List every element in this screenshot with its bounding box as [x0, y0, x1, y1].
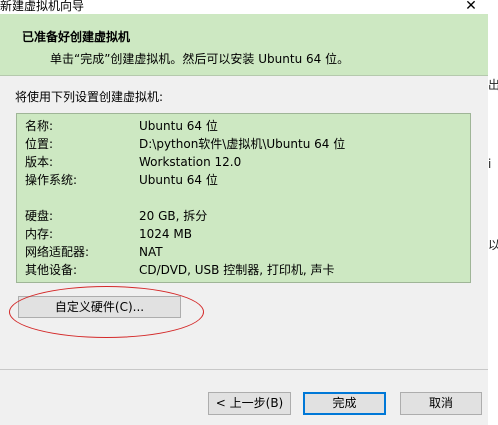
back-button[interactable]: < 上一步(B) — [208, 392, 291, 415]
summary-label: 硬盘: — [25, 209, 54, 223]
summary-label: 内存: — [25, 227, 54, 241]
finish-button[interactable]: 完成 — [303, 392, 386, 415]
summary-value: Workstation 12.0 — [139, 155, 242, 169]
customize-hardware-button[interactable]: 自定义硬件(C)... — [18, 296, 181, 318]
summary-label: 其他设备: — [25, 263, 78, 277]
wizard-header: 已准备好创建虚拟机 单击“完成”创建虚拟机。然后可以安装 Ubuntu 64 位… — [0, 14, 488, 76]
summary-value: D:\python软件\虚拟机\Ubuntu 64 位 — [139, 137, 346, 151]
summary-label: 名称: — [25, 119, 54, 133]
summary-value: CD/DVD, USB 控制器, 打印机, 声卡 — [139, 263, 335, 277]
cancel-button[interactable]: 取消 — [400, 392, 482, 415]
title-bar: 新建虚拟机向导 ✕ — [0, 0, 498, 14]
window-title: 新建虚拟机向导 — [0, 0, 85, 13]
summary-value: NAT — [139, 245, 163, 259]
summary-value: Ubuntu 64 位 — [139, 119, 218, 133]
summary-label: 版本: — [25, 155, 54, 169]
summary-label: 位置: — [25, 137, 54, 151]
background-text-fragment: 出 — [488, 78, 498, 92]
intro-text: 将使用下列设置创建虚拟机: — [15, 90, 164, 104]
background-text-fragment: i — [488, 157, 492, 171]
settings-summary: 名称: Ubuntu 64 位 位置: D:\python软件\虚拟机\Ubun… — [16, 113, 471, 283]
header-subtitle: 单击“完成”创建虚拟机。然后可以安装 Ubuntu 64 位。 — [50, 52, 350, 66]
background-text-fragment: 以 — [488, 238, 498, 252]
header-title: 已准备好创建虚拟机 — [22, 30, 131, 44]
summary-label: 操作系统: — [25, 173, 78, 187]
summary-label: 网络适配器: — [25, 245, 90, 259]
summary-value: 1024 MB — [139, 227, 192, 241]
close-icon[interactable]: ✕ — [461, 0, 481, 14]
footer-divider — [0, 369, 488, 370]
summary-value: 20 GB, 拆分 — [139, 209, 208, 223]
summary-value: Ubuntu 64 位 — [139, 173, 218, 187]
background-window-edge: 出 i 以 — [488, 0, 498, 425]
